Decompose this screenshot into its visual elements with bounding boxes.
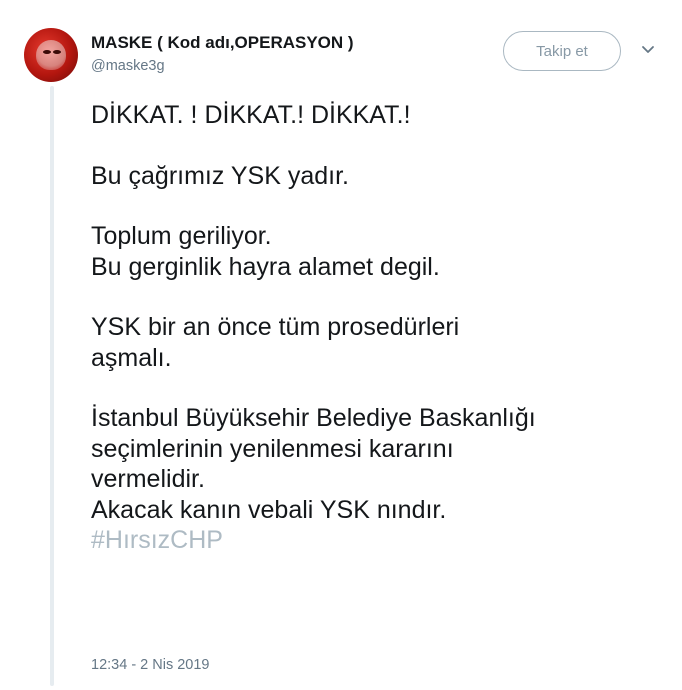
tweet-paragraph-5: İstanbul Büyüksehir Belediye Baskanlığı … (91, 403, 671, 556)
hashtag-link[interactable]: #HırsızCHP (91, 525, 671, 556)
tweet-line: Bu gerginlik hayra alamet degil. (91, 252, 440, 281)
tweet-line: seçimlerinin yenilenmesi kararını (91, 434, 454, 463)
tweet-line: İstanbul Büyüksehir Belediye Baskanlığı (91, 404, 536, 432)
tweet-timestamp[interactable]: 12:34 - 2 Nis 2019 (91, 657, 210, 673)
tweet-line: vermelidir. (91, 465, 205, 493)
mask-eye-right (53, 50, 61, 54)
tweet-card: MASKE ( Kod adı,OPERASYON ) @maske3g Tak… (0, 0, 682, 690)
tweet-line: Akacak kanın vebali YSK nındır. (91, 495, 447, 524)
display-name[interactable]: MASKE ( Kod adı,OPERASYON ) (91, 33, 354, 53)
tweet-line: Toplum geriliyor. (91, 222, 272, 250)
follow-button[interactable]: Takip et (503, 31, 621, 71)
thread-line (50, 86, 54, 686)
tweet-line: DİKKAT. ! DİKKAT.! DİKKAT.! (91, 101, 411, 129)
user-handle[interactable]: @maske3g (91, 58, 165, 74)
tweet-line: aşmalı. (91, 343, 172, 372)
mask-eye-left (43, 50, 51, 54)
tweet-paragraph-1: DİKKAT. ! DİKKAT.! DİKKAT.! (91, 100, 671, 131)
tweet-paragraph-2: Bu çağrımız YSK yadır. (91, 161, 671, 192)
tweet-paragraph-3: Toplum geriliyor. Bu gerginlik hayra ala… (91, 221, 671, 282)
tweet-line: Bu çağrımız YSK yadır. (91, 161, 349, 190)
tweet-text: DİKKAT. ! DİKKAT.! DİKKAT.! Bu çağrımız … (91, 100, 671, 556)
chevron-down-icon[interactable] (640, 42, 656, 58)
mask-icon (36, 40, 66, 70)
avatar[interactable] (24, 28, 78, 82)
tweet-paragraph-4: YSK bir an önce tüm prosedürleri aşmalı. (91, 312, 671, 373)
tweet-line: YSK bir an önce tüm prosedürleri (91, 313, 460, 341)
